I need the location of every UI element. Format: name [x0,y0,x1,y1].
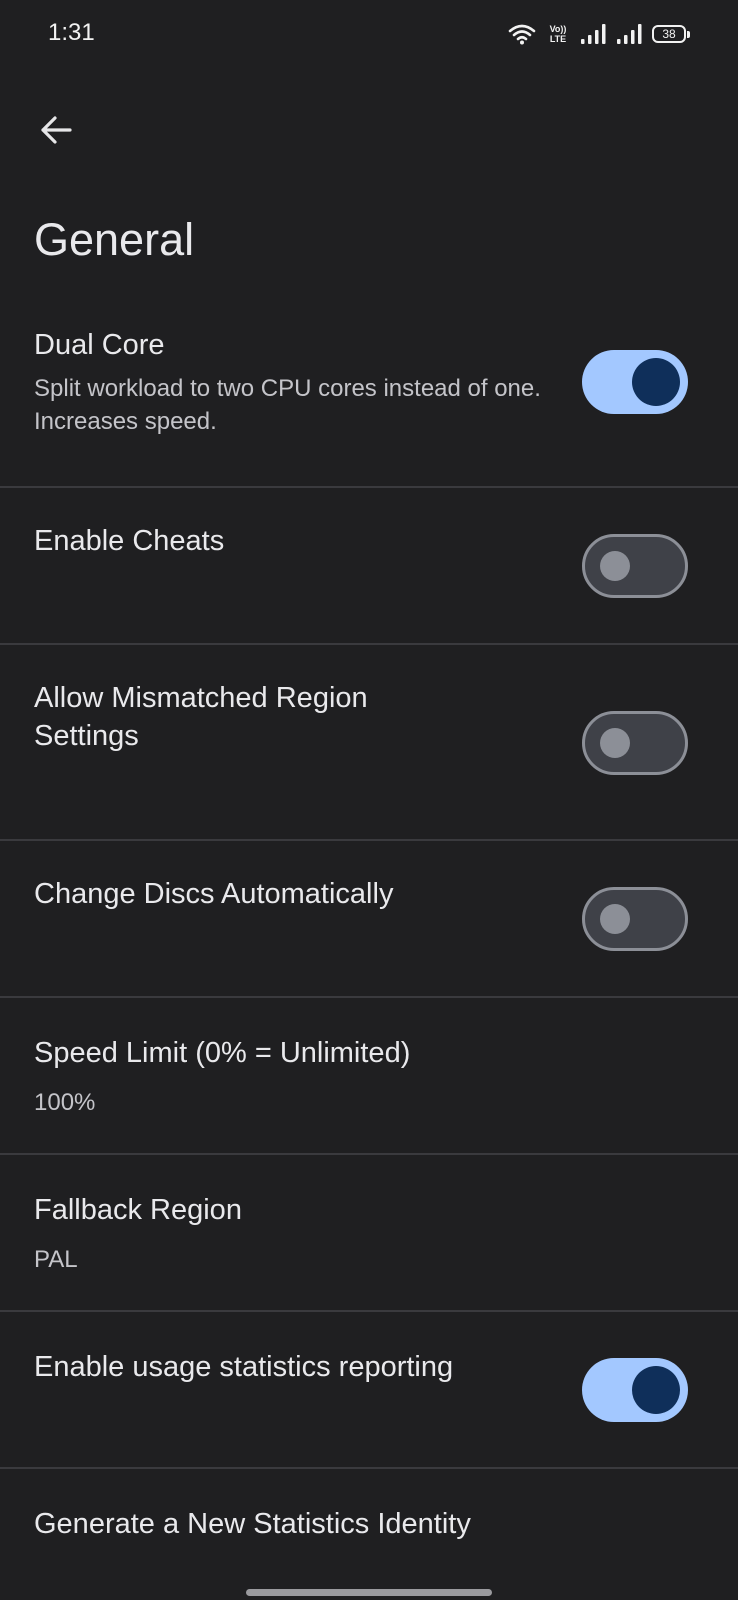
setting-title: Change Discs Automatically [34,878,394,910]
toggle-knob [600,551,630,581]
setting-speed-limit[interactable]: Speed Limit (0% = Unlimited) 100% [0,998,738,1155]
setting-dual-core[interactable]: Dual Core Split workload to two CPU core… [0,306,738,488]
signal-icon [616,23,642,45]
page-title: General [34,214,195,265]
back-button[interactable] [32,106,80,154]
setting-fallback-region[interactable]: Fallback Region PAL [0,1155,738,1312]
volte-bottom-label: LTE [549,34,567,44]
status-icons: Vo)) LTE 38 [508,20,692,48]
settings-screen: 1:31 Vo)) LTE 38 General Dual Core Split… [0,0,738,1600]
toggle-knob [632,1366,680,1414]
setting-allow-mismatched-region[interactable]: Allow Mismatched Region Settings [0,645,738,841]
setting-title: Speed Limit (0% = Unlimited) [34,1037,411,1069]
setting-title: Allow Mismatched Region Settings [34,682,368,752]
status-time: 1:31 [48,19,95,46]
dual-core-toggle[interactable] [582,350,688,414]
setting-enable-cheats[interactable]: Enable Cheats [0,488,738,645]
signal-icon [580,23,606,45]
arrow-left-icon [41,116,72,144]
status-bar: 1:31 Vo)) LTE 38 [0,0,738,66]
setting-title: Generate a New Statistics Identity [34,1508,471,1540]
toggle-knob [632,358,680,406]
battery-level: 38 [662,27,676,41]
volte-icon: Vo)) LTE [546,24,570,44]
allow-mismatched-region-toggle[interactable] [582,711,688,775]
wifi-icon [508,23,536,45]
setting-title: Dual Core [34,329,165,361]
battery-icon: 38 [652,25,690,43]
toggle-knob [600,904,630,934]
home-indicator[interactable] [246,1589,492,1596]
settings-list: Dual Core Split workload to two CPU core… [0,306,738,1600]
toggle-knob [600,728,630,758]
setting-title: Enable usage statistics reporting [34,1351,454,1383]
setting-usage-statistics[interactable]: Enable usage statistics reporting [0,1312,738,1469]
setting-description: Split workload to two CPU cores instead … [34,375,541,435]
volte-top-label: Vo)) [549,24,567,34]
setting-title: Enable Cheats [34,525,225,557]
setting-value: 100% [34,1089,96,1116]
enable-cheats-toggle[interactable] [582,534,688,598]
setting-title: Fallback Region [34,1194,242,1226]
setting-change-discs[interactable]: Change Discs Automatically [0,841,738,998]
setting-value: PAL [34,1246,78,1273]
change-discs-toggle[interactable] [582,887,688,951]
usage-statistics-toggle[interactable] [582,1358,688,1422]
setting-generate-identity[interactable]: Generate a New Statistics Identity [0,1469,738,1600]
